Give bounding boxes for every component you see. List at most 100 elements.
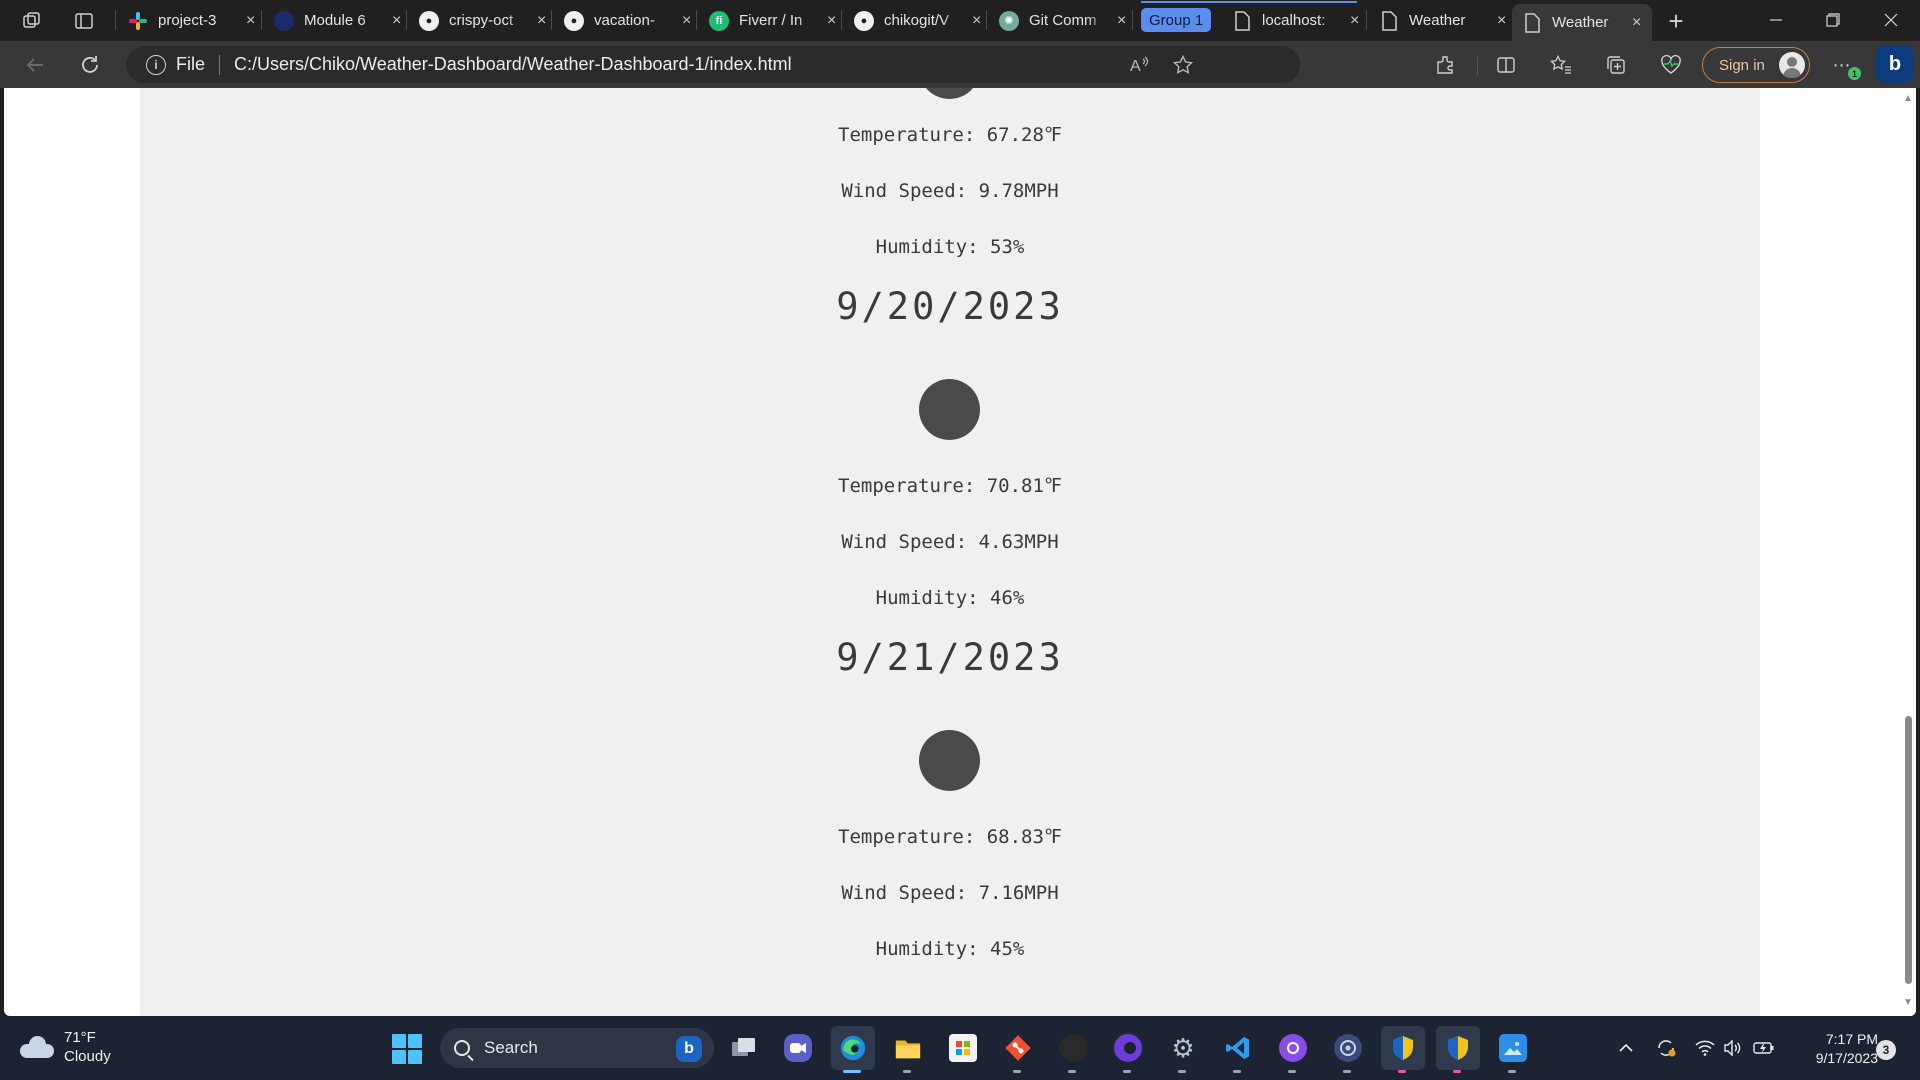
close-tab-icon[interactable]: × (1632, 14, 1641, 32)
more-menu-icon[interactable]: ⋯ 1 (1827, 50, 1861, 80)
start-windows-icon[interactable] (392, 1034, 422, 1064)
close-tab-icon[interactable]: × (682, 12, 691, 30)
tab-chikogit[interactable]: ● chikogit/V × (844, 4, 981, 37)
restore-icon[interactable] (1805, 6, 1861, 34)
running-indicator (1013, 1070, 1021, 1073)
vertical-scrollbar[interactable]: ▲ ▼ (1900, 88, 1916, 1016)
edge-browser-icon[interactable] (831, 1026, 875, 1073)
new-tab-icon[interactable]: + (1663, 6, 1689, 36)
tab-weather[interactable]: Weather × (1369, 4, 1506, 37)
close-tab-icon[interactable]: × (972, 12, 981, 30)
collections-icon[interactable] (1601, 50, 1631, 80)
tab-vacation[interactable]: ● vacation- × (554, 4, 691, 37)
tab-crispy-oct[interactable]: ● crispy-oct × (409, 4, 546, 37)
close-tab-icon[interactable]: × (392, 12, 401, 30)
taskbar-search[interactable]: Search b (440, 1028, 714, 1068)
forecast-temperature: Temperature: 70.81℉ (838, 475, 1062, 497)
forecast-temperature: Temperature: 67.28℉ (838, 124, 1062, 146)
settings-gear-icon[interactable]: ⚙ (1161, 1026, 1205, 1073)
tab-separator (1366, 10, 1367, 30)
url-text[interactable]: C:/Users/Chiko/Weather-Dashboard/Weather… (234, 54, 792, 75)
photos-app-icon[interactable] (1491, 1026, 1535, 1073)
tab-separator (696, 10, 697, 30)
tab-separator (841, 10, 842, 30)
notification-count-badge[interactable]: 3 (1876, 1040, 1896, 1060)
forecast-temperature: Temperature: 68.83℉ (838, 826, 1062, 848)
github-icon: ● (419, 10, 439, 31)
tab-fiverr[interactable]: fi Fiverr / In × (699, 4, 836, 37)
forecast-humidity: Humidity: 45% (875, 938, 1025, 960)
system-clock[interactable]: 7:17 PM 9/17/2023 (1790, 1030, 1878, 1068)
security-shield-icon[interactable] (1381, 1026, 1425, 1073)
search-label: Search (484, 1038, 538, 1057)
back-arrow-icon[interactable] (20, 50, 50, 80)
vscode-icon[interactable] (1216, 1026, 1260, 1073)
tab-separator (551, 10, 552, 30)
bing-icon: b (1888, 52, 1902, 75)
tab-weather-active[interactable]: Weather × (1512, 4, 1652, 41)
tab-project-3[interactable]: project-3 × (118, 4, 255, 37)
scroll-down-arrow-icon[interactable]: ▼ (1903, 998, 1913, 1008)
forecast-wind-speed: Wind Speed: 4.63MPH (841, 531, 1059, 553)
close-tab-icon[interactable]: × (1117, 12, 1126, 30)
favorite-star-icon[interactable] (1168, 50, 1198, 80)
browser-essentials-icon[interactable] (1656, 50, 1686, 80)
sign-in-button[interactable]: Sign in (1702, 47, 1810, 83)
close-tab-icon[interactable]: × (1497, 12, 1506, 30)
teams-chat-icon[interactable] (776, 1026, 820, 1070)
minimize-icon[interactable] (1748, 6, 1804, 34)
scrollbar-thumb[interactable] (1905, 716, 1912, 984)
file-explorer-icon[interactable] (886, 1026, 930, 1073)
purple-app-icon[interactable] (1106, 1026, 1150, 1073)
weather-icon (919, 379, 980, 440)
running-indicator (1123, 1070, 1131, 1073)
running-indicator (1508, 1070, 1516, 1073)
bing-copilot-button[interactable]: b (1876, 45, 1914, 83)
extensions-icon[interactable] (1430, 50, 1460, 80)
git-app-icon[interactable] (996, 1026, 1040, 1073)
weather-dashboard-page: Temperature: 67.28℉ Wind Speed: 9.78MPH … (140, 88, 1760, 1016)
show-hidden-icons-chevron-icon[interactable] (1614, 1036, 1638, 1060)
tab-actions-icon[interactable] (71, 8, 97, 34)
tab-module-6[interactable]: Module 6 × (264, 4, 401, 37)
close-window-icon[interactable] (1863, 6, 1919, 34)
close-tab-icon[interactable]: × (537, 12, 546, 30)
sync-update-icon[interactable] (1654, 1036, 1678, 1060)
task-view-icon[interactable] (722, 1026, 766, 1070)
dark-app-icon[interactable] (1051, 1026, 1095, 1073)
address-bar[interactable]: i File C:/Users/Chiko/Weather-Dashboard/… (126, 46, 1300, 83)
workspaces-icon[interactable] (19, 8, 45, 34)
obs-app-icon[interactable] (1326, 1026, 1370, 1073)
favorites-icon[interactable] (1546, 50, 1576, 80)
close-tab-icon[interactable]: × (1350, 12, 1359, 30)
tab-localhost[interactable]: localhost: × (1222, 4, 1359, 37)
split-screen-icon[interactable] (1491, 50, 1521, 80)
scroll-up-arrow-icon[interactable]: ▲ (1903, 94, 1913, 104)
weather-icon (919, 730, 980, 791)
running-indicator (1068, 1070, 1076, 1073)
site-info-icon[interactable]: i (146, 54, 166, 75)
read-aloud-icon[interactable]: A (1126, 50, 1156, 80)
close-tab-icon[interactable]: × (827, 12, 836, 30)
tab-separator (115, 10, 116, 30)
security-shield-icon[interactable] (1436, 1026, 1480, 1073)
github-desktop-icon[interactable] (1271, 1026, 1315, 1073)
tab-group-label[interactable]: Group 1 (1141, 8, 1212, 32)
forecast-wind-speed: Wind Speed: 7.16MPH (841, 882, 1059, 904)
volume-icon[interactable] (1721, 1036, 1745, 1060)
protocol-label: File (176, 54, 206, 74)
wifi-icon[interactable] (1693, 1036, 1717, 1060)
tab-git-comm[interactable]: ✺ Git Comm × (989, 4, 1126, 37)
weather-widget[interactable]: 71°F Cloudy (20, 1028, 111, 1066)
profile-avatar-icon (1779, 52, 1805, 78)
battery-charging-icon[interactable] (1752, 1036, 1776, 1060)
refresh-icon[interactable] (75, 50, 105, 80)
running-indicator (1398, 1070, 1406, 1073)
microsoft-store-icon[interactable] (941, 1026, 985, 1070)
github-icon: ● (854, 10, 874, 31)
running-indicator (1453, 1070, 1461, 1073)
close-tab-icon[interactable]: × (246, 12, 255, 30)
chatgpt-icon: ✺ (999, 10, 1019, 31)
forecast-humidity: Humidity: 53% (875, 236, 1025, 258)
forecast-humidity: Humidity: 46% (875, 587, 1025, 609)
